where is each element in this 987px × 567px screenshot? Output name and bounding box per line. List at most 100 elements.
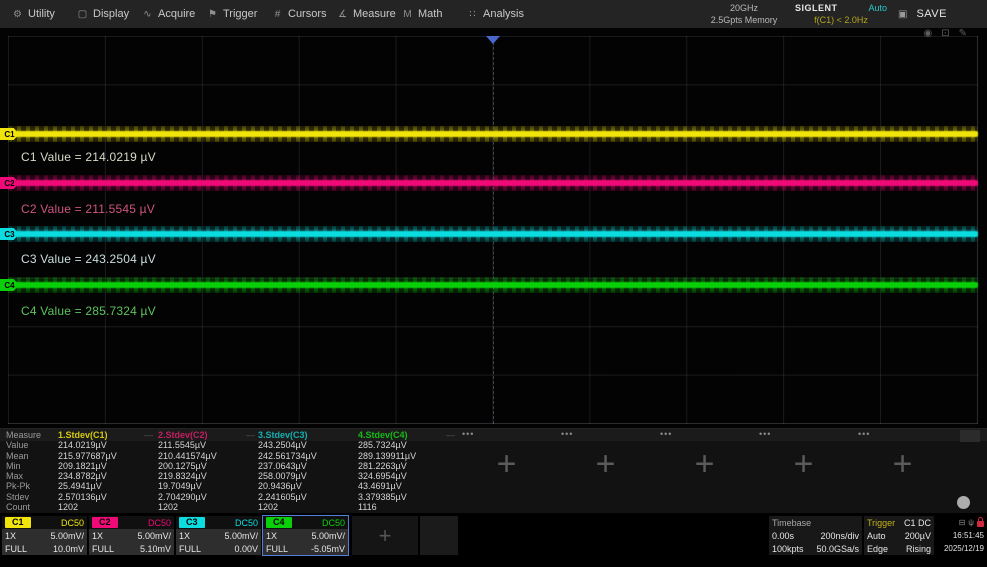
c4-value-readout: C4 Value = 285.7324 µV: [21, 304, 156, 318]
measure-value: 237.0643µV: [258, 461, 354, 471]
add-measurement-button[interactable]: +: [557, 447, 654, 481]
memory-label: 2.5Gpts Memory: [698, 14, 790, 26]
measure-header-c4[interactable]: 4.Stdev(C4): [358, 430, 454, 440]
fullscreen-icon[interactable]: ⊡: [941, 28, 949, 39]
c1-row-offset: FULL 10.0mV: [2, 542, 87, 555]
channel-box-c3[interactable]: C3 DC50 1X 5.00mV/ FULL 0.00V: [176, 516, 261, 555]
menu-display[interactable]: ▢Display: [77, 8, 142, 20]
display-corner-icons: ◉ ⊡ ✎: [923, 28, 967, 39]
system-date: 2025/12/19: [944, 544, 984, 553]
annotation-icon[interactable]: ✎: [959, 28, 967, 39]
c2-trace-core: [8, 180, 978, 186]
channel-box-c1[interactable]: C1 DC50 1X 5.00mV/ FULL 10.0mV: [2, 516, 87, 555]
c3-trace-core: [8, 231, 978, 237]
c3-row-scale: 1X 5.00mV/: [176, 529, 261, 542]
slot-more-icon[interactable]: •••: [660, 429, 672, 439]
measure-value: 25.4941µV: [58, 481, 154, 491]
measure-value: 2.241605µV: [258, 492, 354, 502]
measure-value: 1202: [258, 502, 354, 512]
trigger-position-marker[interactable]: [486, 36, 500, 44]
menu-label: Utility: [28, 8, 55, 20]
frequency-counter: f(C1) < 2.0Hz: [795, 14, 887, 26]
measure-empty-slot-3: ••• +: [656, 429, 753, 512]
c1-attenuation: 1X: [5, 531, 16, 541]
measure-row-labels: Measure Value Mean Min Max Pk-Pk Stdev C…: [6, 430, 41, 512]
menu-bar: ⚙Utility ▢Display ∿Acquire ⚑Trigger #Cur…: [0, 0, 987, 29]
measure-value: 281.2263µV: [358, 461, 454, 471]
add-channel-button[interactable]: +: [352, 516, 418, 555]
measure-header-c3[interactable]: 3.Stdev(C3): [258, 430, 354, 440]
add-measurement-button[interactable]: +: [755, 447, 852, 481]
measure-value: 1202: [158, 502, 254, 512]
add-measurement-button[interactable]: +: [458, 447, 555, 481]
lan-icon: ⊟: [959, 518, 966, 527]
trigger-box[interactable]: Trigger C1 DC Auto 200µV Edge Rising: [864, 516, 934, 555]
add-measurement-button[interactable]: +: [854, 447, 951, 481]
slot-more-icon[interactable]: •••: [759, 429, 771, 439]
menu-label: Measure: [353, 8, 396, 20]
save-label: SAVE: [916, 8, 947, 20]
c1-offset: 10.0mV: [53, 544, 84, 554]
brand-logo: SIGLENT: [795, 2, 838, 14]
menu-measure[interactable]: ∡Measure: [337, 8, 402, 20]
c2-badge: C2: [92, 517, 118, 528]
channel-box-c2[interactable]: C2 DC50 1X 5.00mV/ FULL 5.10mV: [89, 516, 174, 555]
screenshot-icon[interactable]: ◉: [923, 28, 932, 39]
menu-acquire[interactable]: ∿Acquire: [142, 8, 207, 20]
menu-utility[interactable]: ⚙Utility: [12, 8, 77, 20]
measure-value: 2.570136µV: [58, 492, 154, 502]
c4-row-coupling: C4 DC50: [263, 516, 348, 529]
c1-waveform-trace: [8, 126, 978, 142]
measure-header-c1[interactable]: 1.Stdev(C1): [58, 430, 154, 440]
timebase-box[interactable]: Timebase 0.00s 200ns/div 100kpts 50.0GSa…: [769, 516, 862, 555]
c3-scale: 5.00mV/: [224, 531, 258, 541]
column-collapse-dash[interactable]: —: [246, 430, 255, 440]
trigger-title: Trigger: [867, 518, 895, 528]
acquisition-mode-badge: Auto: [868, 2, 887, 14]
menu-label: Cursors: [288, 8, 327, 20]
measure-panel-handle[interactable]: [960, 430, 980, 442]
c2-attenuation: 1X: [92, 531, 103, 541]
timebase-scale: 200ns/div: [820, 531, 859, 541]
trigger-mode: Auto: [867, 531, 886, 541]
menu-analysis[interactable]: ∷Analysis: [467, 8, 532, 20]
c4-badge: C4: [266, 517, 292, 528]
lock-icon: [977, 521, 984, 527]
c1-value-readout: C1 Value = 214.0219 µV: [21, 150, 156, 164]
row-label: Mean: [6, 451, 41, 461]
measure-value: 258.0079µV: [258, 471, 354, 481]
antenna-icon: ψ: [968, 518, 974, 527]
menu-trigger[interactable]: ⚑Trigger: [207, 8, 272, 20]
measure-header-c2[interactable]: 2.Stdev(C2): [158, 430, 254, 440]
trigger-source: C1 DC: [904, 518, 931, 528]
measure-panel-scroll-button[interactable]: [957, 496, 970, 509]
save-button[interactable]: ▣ SAVE: [898, 0, 947, 28]
c3-row-coupling: C3 DC50: [176, 516, 261, 529]
measure-value: 200.1275µV: [158, 461, 254, 471]
measure-value: 1116: [358, 502, 454, 512]
menu-cursors[interactable]: #Cursors: [272, 8, 337, 20]
column-collapse-dash[interactable]: —: [144, 430, 153, 440]
measure-column-c4: 4.Stdev(C4) 285.7324µV 289.139911µV 281.…: [358, 430, 454, 512]
c3-waveform-trace: [8, 226, 978, 242]
c2-value-readout: C2 Value = 211.5545 µV: [21, 202, 155, 216]
system-time: 16:51:45: [953, 531, 984, 540]
c3-offset: 0.00V: [234, 544, 258, 554]
add-measurement-button[interactable]: +: [656, 447, 753, 481]
channel-box-c4[interactable]: C4 DC50 1X 5.00mV/ FULL -5.05mV: [263, 516, 348, 555]
row-label: Min: [6, 461, 41, 471]
c3-badge: C3: [179, 517, 205, 528]
slot-more-icon[interactable]: •••: [858, 429, 870, 439]
measure-value: 289.139911µV: [358, 451, 454, 461]
menu-label: Display: [93, 8, 129, 20]
row-label: Value: [6, 440, 41, 450]
column-collapse-dash[interactable]: —: [446, 430, 455, 440]
acquisition-status: 20GHz 2.5Gpts Memory: [698, 2, 790, 26]
measure-value: 214.0219µV: [58, 440, 154, 450]
slot-more-icon[interactable]: •••: [462, 429, 474, 439]
c2-bandwidth: FULL: [92, 544, 114, 554]
trigger-type: Edge: [867, 544, 888, 554]
slot-more-icon[interactable]: •••: [561, 429, 573, 439]
menu-math[interactable]: MMath: [402, 8, 467, 20]
measure-value: 234.8782µV: [58, 471, 154, 481]
